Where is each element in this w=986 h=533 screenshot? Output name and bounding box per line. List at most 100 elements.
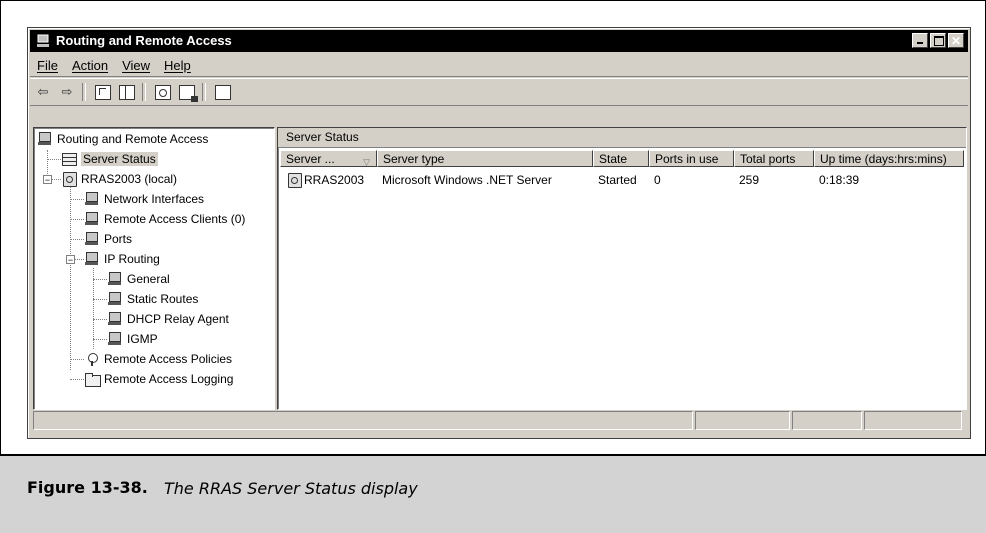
computer-icon [37,131,53,147]
help-button[interactable] [212,82,234,102]
export-list-button[interactable] [176,82,198,102]
ip-routing-icon [84,251,100,267]
collapse-toggle[interactable]: − [43,175,52,185]
show-hide-tree-button[interactable] [116,82,138,102]
menu-bar: File Action View Help [30,54,968,77]
status-pane [792,411,862,430]
cell-ports-in-use: 0 [654,173,661,187]
cell-total-ports: 259 [739,173,760,187]
forward-arrow-icon: ⇨ [61,84,73,99]
server-icon [286,172,302,188]
column-header-label: Server ... [286,152,335,166]
tree-item-label: DHCP Relay Agent [127,312,229,326]
tree-item-dhcp-relay-agent[interactable]: DHCP Relay Agent [107,310,229,328]
tree-connector [93,319,107,320]
tree-connector [93,299,107,300]
minimize-button[interactable] [912,33,928,48]
menu-view[interactable]: View [115,54,157,73]
tree-connector [70,199,84,200]
network-interfaces-icon [84,191,100,207]
status-bar [33,411,965,431]
column-header-state[interactable]: State [593,150,649,167]
refresh-button[interactable] [152,82,174,102]
table-row[interactable]: RRAS2003 Microsoft Windows .NET Server S… [280,171,964,189]
export-icon [179,84,198,102]
column-header-server-type[interactable]: Server type [377,150,593,167]
help-icon [215,84,231,100]
tree-item-remote-access-clients[interactable]: Remote Access Clients (0) [84,210,245,228]
tree-item-static-routes[interactable]: Static Routes [107,290,198,308]
cell-server-type: Microsoft Windows .NET Server [382,173,552,187]
tree-item-network-interfaces[interactable]: Network Interfaces [84,190,204,208]
up-level-button[interactable] [92,82,114,102]
tree-connector [75,259,84,260]
tree-item-label: IGMP [127,332,158,346]
column-header-server[interactable]: Server ... ▽ [280,150,377,167]
close-button[interactable]: ✕ [948,33,964,48]
tree-item-label: Remote Access Logging [104,372,234,386]
tree-item-remote-access-logging[interactable]: Remote Access Logging [84,370,233,388]
tree-item-label: Ports [104,232,133,246]
column-headers: Server ... ▽ Server type State Ports in u… [280,150,964,169]
folder-icon [84,371,101,387]
rras-window: Routing and Remote Access ✕ File Action Vi… [27,27,971,439]
refresh-icon [155,84,171,100]
tree-item-server-status[interactable]: Server Status [61,150,158,168]
back-arrow-icon: ⇦ [37,84,49,99]
sort-arrow-icon: ▽ [363,157,370,167]
cell-state: Started [598,173,637,187]
tree-item-label: IP Routing [104,252,160,266]
column-header-label: Server type [383,152,445,166]
window-title: Routing and Remote Access [56,33,232,48]
tree-item-ip-routing[interactable]: IP Routing [84,250,160,268]
maximize-button[interactable] [930,33,946,48]
status-pane [695,411,790,430]
status-pane [33,411,693,430]
tree-item-ports[interactable]: Ports [84,230,132,248]
details-pane: Server Status Server ... ▽ Server type St… [277,127,967,410]
title-bar: Routing and Remote Access ✕ [30,30,968,52]
column-header-total-ports[interactable]: Total ports [734,150,814,167]
tree-item-server[interactable]: RRAS2003 (local) [61,170,177,188]
tree-connector [47,159,61,160]
toolbar-separator [142,83,146,101]
tree-item-label: Server Status [81,152,158,166]
column-header-ports-in-use[interactable]: Ports in use [649,150,734,167]
tree-item-igmp[interactable]: IGMP [107,330,158,348]
menu-action[interactable]: Action [65,54,115,73]
status-pane [864,411,962,430]
toolbar-separator [202,83,206,101]
column-header-label: Ports in use [655,152,719,166]
tree-item-general[interactable]: General [107,270,170,288]
igmp-icon [107,331,123,347]
tree-connector [51,179,61,180]
collapse-toggle[interactable]: − [66,255,75,265]
server-status-icon [61,151,77,167]
general-icon [107,271,123,287]
server-icon [61,171,77,187]
tree-item-label: Network Interfaces [104,192,205,206]
dhcp-relay-icon [107,311,123,327]
figure-caption: Figure 13-38. The RRAS Server Status dis… [0,454,986,533]
back-button[interactable]: ⇦ [32,82,54,102]
static-routes-icon [107,291,123,307]
tree-item-remote-access-policies[interactable]: Remote Access Policies [84,350,232,368]
console-tree-icon [119,84,135,100]
menu-help[interactable]: Help [157,54,198,73]
rras-app-icon [36,34,50,48]
toolbar: ⇦ ⇨ [30,78,968,106]
column-header-up-time[interactable]: Up time (days:hrs:mins) [814,150,964,167]
toolbar-separator [82,83,86,101]
tree-connector [70,239,84,240]
tree-item-root[interactable]: Routing and Remote Access [37,130,208,148]
tree-connector [70,187,71,370]
details-header: Server Status [278,128,966,148]
tree-connector [70,359,84,360]
tree-connector [93,339,107,340]
menu-file[interactable]: File [30,54,65,73]
cell-text: RRAS2003 [304,173,365,187]
tree-connector [70,219,84,220]
tree-item-label: Static Routes [127,292,199,306]
tree-item-label: General [127,272,170,286]
forward-button[interactable]: ⇨ [56,82,78,102]
